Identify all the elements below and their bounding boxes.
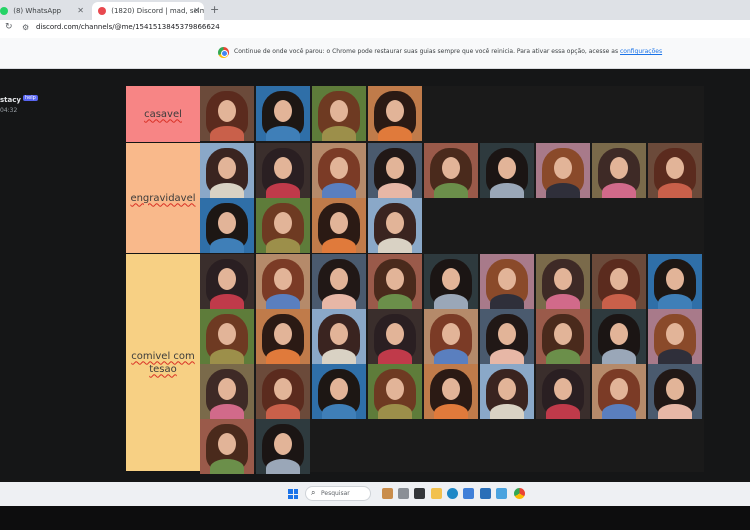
tier-photo <box>256 254 310 309</box>
tier-photo <box>200 143 254 198</box>
tier-photo <box>200 419 254 474</box>
message-author: stacy help 04:32 <box>0 87 38 114</box>
tier-photo <box>648 364 702 419</box>
tab-label: (1820) Discord | mad, selmong <box>111 7 204 15</box>
tier-photo <box>368 198 422 253</box>
tier-photo <box>368 364 422 419</box>
tier-photo <box>424 254 478 309</box>
close-icon[interactable]: ✕ <box>77 2 84 20</box>
reload-icon[interactable]: ↻ <box>5 22 13 32</box>
file-explorer-icon[interactable] <box>398 488 409 499</box>
tier-photo <box>312 86 366 141</box>
tier-label-casavel: casavel <box>126 86 200 143</box>
search-icon: ⌕ <box>311 488 316 497</box>
tier-list-image[interactable]: casavel engravidavel comivel com tesao <box>126 86 704 474</box>
tier-photo <box>648 254 702 309</box>
tier-photo <box>648 143 702 198</box>
tab-whatsapp[interactable]: (8) WhatsApp ✕ <box>0 2 88 20</box>
search-placeholder: Pesquisar <box>321 490 350 497</box>
tier-photo <box>256 143 310 198</box>
tier-photo <box>200 364 254 419</box>
message-timestamp: 04:32 <box>0 107 18 114</box>
tier-label-comivel: comivel com tesao <box>126 254 200 472</box>
tier-photo <box>312 364 366 419</box>
tier-photo <box>200 309 254 364</box>
restore-info-bar: Continue de onde você parou: o Chrome po… <box>0 38 750 69</box>
tier-photo <box>592 364 646 419</box>
restore-message: Continue de onde você parou: o Chrome po… <box>234 48 662 55</box>
tier-photo <box>480 143 534 198</box>
tier-photo <box>256 364 310 419</box>
folder-icon[interactable] <box>431 488 442 499</box>
taskbar-search[interactable]: ⌕ Pesquisar <box>305 486 371 501</box>
mail-icon[interactable] <box>480 488 491 499</box>
tab-discord[interactable]: (1820) Discord | mad, selmong ✕ <box>92 2 204 20</box>
new-tab-button[interactable]: + <box>210 2 219 18</box>
photos-icon[interactable] <box>496 488 507 499</box>
tier-photo <box>536 143 590 198</box>
tier-photo <box>368 86 422 141</box>
tier-photo <box>312 198 366 253</box>
tier-photo <box>368 309 422 364</box>
store-icon[interactable] <box>463 488 474 499</box>
tier-photo <box>648 309 702 364</box>
tier-photo <box>200 254 254 309</box>
tier-photo <box>312 254 366 309</box>
edge-icon[interactable] <box>447 488 458 499</box>
tier-photo <box>312 143 366 198</box>
tier-photo <box>592 143 646 198</box>
discord-icon <box>98 6 106 15</box>
tier-photo <box>256 198 310 253</box>
tier-photo <box>424 309 478 364</box>
tier-photo <box>368 143 422 198</box>
site-info-icon[interactable]: ⚙ <box>22 23 29 32</box>
tier-photo <box>480 254 534 309</box>
widgets-icon[interactable] <box>382 488 393 499</box>
task-view-icon[interactable] <box>414 488 425 499</box>
url-field[interactable]: discord.com/channels/@me/154151384537986… <box>36 23 220 31</box>
tier-photo <box>536 254 590 309</box>
tier-photo <box>256 309 310 364</box>
user-badge: help <box>22 94 38 101</box>
close-icon[interactable]: ✕ <box>193 2 200 20</box>
windows-taskbar: ⌕ Pesquisar <box>0 482 750 506</box>
tier-label-engravidavel: engravidavel <box>126 143 200 254</box>
chrome-icon <box>218 47 229 58</box>
windows-start-icon[interactable] <box>288 489 298 499</box>
tier-photo <box>200 86 254 141</box>
tier-photo <box>480 309 534 364</box>
tier-photo <box>424 364 478 419</box>
tier-photo <box>424 143 478 198</box>
chrome-icon[interactable] <box>514 488 525 499</box>
tier-photo <box>368 254 422 309</box>
monitor-screen: (8) WhatsApp ✕ (1820) Discord | mad, sel… <box>0 0 750 530</box>
settings-link[interactable]: configurações <box>620 48 662 55</box>
whatsapp-icon <box>0 6 8 15</box>
tier-photo <box>256 419 310 474</box>
tab-label: (8) WhatsApp <box>13 7 62 15</box>
tier-photo <box>592 309 646 364</box>
tier-photo <box>536 309 590 364</box>
tier-photo <box>592 254 646 309</box>
restore-message-text: Continue de onde você parou: o Chrome po… <box>234 48 619 55</box>
tier-photo <box>480 364 534 419</box>
browser-tab-strip: (8) WhatsApp ✕ (1820) Discord | mad, sel… <box>0 0 750 20</box>
tier-photo <box>312 309 366 364</box>
tier-photo <box>536 364 590 419</box>
username[interactable]: stacy <box>0 96 21 104</box>
monitor-bezel <box>0 506 750 530</box>
tier-photo <box>200 198 254 253</box>
address-bar-row: ↻ ⚙ discord.com/channels/@me/15415138453… <box>0 20 750 38</box>
tier-photo <box>256 86 310 141</box>
